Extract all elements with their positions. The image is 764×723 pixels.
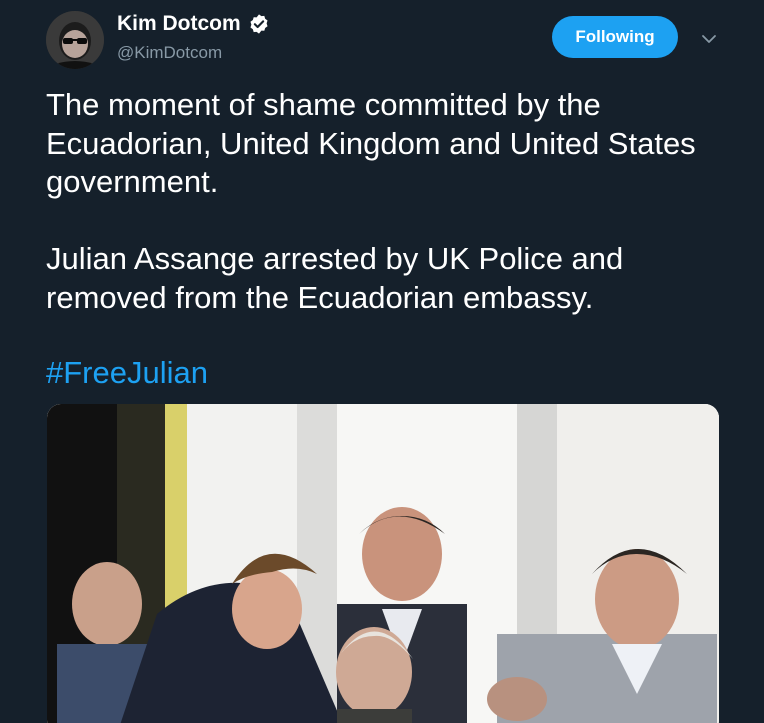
author-handle[interactable]: @KimDotcom — [117, 43, 222, 63]
avatar[interactable] — [46, 11, 104, 69]
author-name-row[interactable]: Kim Dotcom — [117, 12, 270, 36]
hashtag-link[interactable]: #FreeJulian — [46, 354, 208, 393]
tweet-paragraph: The moment of shame committed by the Ecu… — [46, 87, 696, 199]
verified-badge-icon — [248, 13, 270, 35]
tweet-paragraph: Julian Assange arrested by UK Police and… — [46, 241, 624, 315]
tweet-card: Kim Dotcom @KimDotcom Following The mome… — [0, 0, 764, 723]
tweet-photo[interactable] — [47, 404, 719, 723]
tweet-text: The moment of shame committed by the Ecu… — [46, 86, 726, 356]
chevron-down-icon[interactable] — [698, 28, 720, 50]
following-button[interactable]: Following — [552, 16, 678, 58]
author-display-name[interactable]: Kim Dotcom — [117, 12, 241, 36]
